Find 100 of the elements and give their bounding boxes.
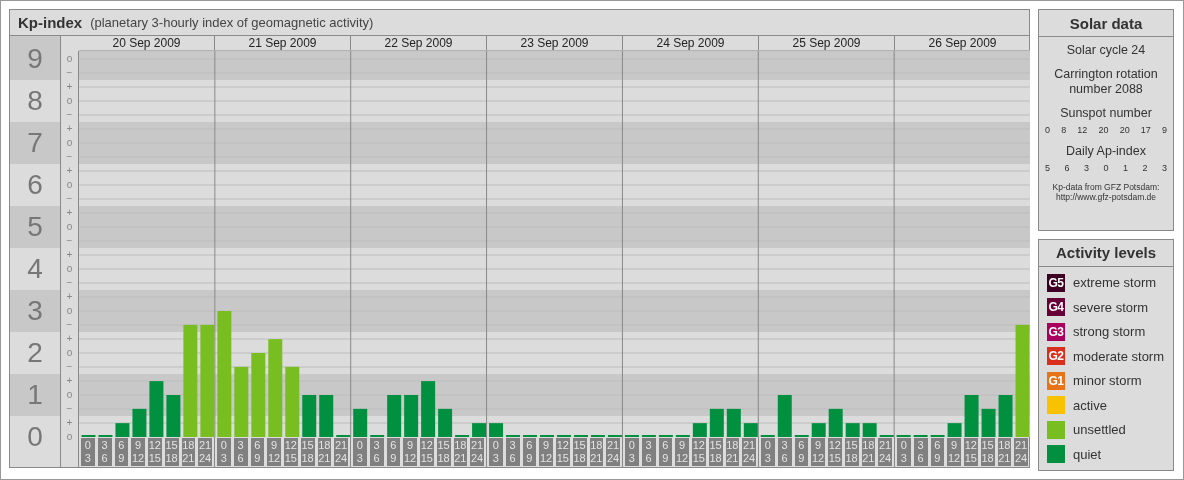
minor-tick-label: + [66,82,73,92]
minor-tick-label: + [66,250,73,260]
carrington-rotation-text: Carrington rotation number 2088 [1053,67,1159,97]
sunspot-value: 8 [1061,125,1067,135]
minor-tick-label: o [66,348,73,358]
ap-index-value: 2 [1142,163,1148,173]
time-slot-label: 21 24 [470,438,484,466]
kp-bar [387,395,402,437]
kp-bar [421,381,436,437]
kp-axis-label: 7 [27,129,43,157]
ap-index-value: 5 [1045,163,1050,173]
sunspot-value: 20 [1098,125,1109,135]
time-slot-label: 3 6 [913,438,928,466]
minor-tick-label: − [66,194,73,204]
time-slot-label: 21 24 [606,438,620,466]
ap-index-value: 1 [1122,163,1128,173]
panel-subtitle: (planetary 3-hourly index of geomagnetic activity) [90,15,374,30]
time-slot-label: 6 9 [930,438,945,466]
minor-tick-label: + [66,166,73,176]
minor-tick-label: + [66,124,73,134]
time-slot-label: 21 24 [742,438,756,466]
date-label: 26 Sep 2009 [894,36,1030,50]
kp-bar [234,366,249,437]
time-slot-label: 3 6 [97,438,112,466]
time-slot-label: 15 18 [572,438,587,466]
time-slot-label: 12 15 [964,438,978,466]
minor-tick-label: − [66,110,73,120]
minor-tick-label: − [66,404,73,414]
kp-bar [404,395,419,437]
minor-tick-label: + [66,334,73,344]
date-label: 21 Sep 2009 [214,36,350,50]
kp-bar [964,395,979,437]
time-slot-label: 12 15 [828,438,842,466]
time-slot-label: 9 12 [131,438,145,466]
time-slot-label: 21 24 [878,438,892,466]
source-text: Kp-data from GFZ Potsdam: [1052,182,1160,192]
legend-label: minor storm [1073,373,1142,388]
source-url: http://www.gfz-potsdam.de [1054,192,1158,202]
legend-swatch: G3 [1047,322,1065,341]
legend-label: active [1073,397,1107,413]
minor-tick-label: o [66,390,73,400]
kp-bar [777,395,792,437]
kp-bar [353,408,368,437]
minor-tick-label: o [66,54,73,64]
time-slot-label: 0 3 [761,438,775,466]
kp-bar [845,423,860,437]
kp-bar [285,366,300,437]
sunspot-value: 17 [1140,125,1151,135]
time-slot-label: 15 18 [980,438,995,466]
time-slot-label: 21 24 [1014,438,1028,466]
minor-tick-label: − [66,362,73,372]
time-slot-label: 6 9 [658,438,673,466]
sunspot-value: 9 [1161,125,1167,135]
time-slot-label: 0 3 [897,438,911,466]
time-slot-label: 6 9 [114,438,129,466]
time-slot-label: 3 6 [641,438,656,466]
sunspot-value: 12 [1077,125,1088,135]
kp-bar [302,395,317,437]
kp-axis-label: 4 [27,255,43,283]
kp-axis-label: 5 [27,213,43,241]
time-slot-label: 3 6 [505,438,520,466]
panel-title: Solar data [1039,10,1173,37]
legend-label: unsettled [1073,422,1126,437]
legend-swatch: G1 [1047,371,1065,390]
time-slot-label: 6 9 [522,438,537,466]
kp-bar [166,395,181,437]
time-slot-label: 3 6 [233,438,248,466]
date-label: 25 Sep 2009 [758,36,894,50]
sunspot-label: Sunspot number [1059,106,1153,121]
legend-swatch: G4 [1047,298,1065,316]
time-slot-label: 3 6 [369,438,384,466]
kp-bar [998,395,1013,437]
minor-tick-label: o [66,180,73,190]
minor-tick-label: o [66,222,73,232]
date-label: 24 Sep 2009 [622,36,758,50]
date-label: 23 Sep 2009 [486,36,622,50]
time-slot-label: 0 3 [489,438,503,466]
kp-bar [132,408,147,437]
time-slot-label: 9 12 [675,438,689,466]
time-slot-label: 9 12 [811,438,825,466]
legend-swatch: G5 [1047,273,1065,292]
minor-tick-label: + [66,292,73,302]
kp-axis-label: 9 [27,45,43,73]
time-slot-label: 15 18 [300,438,315,466]
kp-bar [438,408,453,437]
time-slot-label: 12 15 [420,438,434,466]
time-slot-label: 18 21 [453,438,468,466]
time-slot-label: 0 3 [81,438,95,466]
time-slot-label: 3 6 [777,438,792,466]
time-slot-label: 6 9 [386,438,401,466]
kp-axis-label: 0 [27,423,43,451]
minor-tick-label: − [66,320,73,330]
time-slot-label: 15 18 [164,438,179,466]
time-slot-label: 12 15 [284,438,298,466]
minor-tick-label: o [66,306,73,316]
ap-index-value: 0 [1103,163,1109,173]
time-slot-label: 21 24 [334,438,348,466]
time-slot-label: 15 18 [708,438,723,466]
panel-title: Kp-index [18,14,83,31]
time-slot-label: 0 3 [625,438,639,466]
